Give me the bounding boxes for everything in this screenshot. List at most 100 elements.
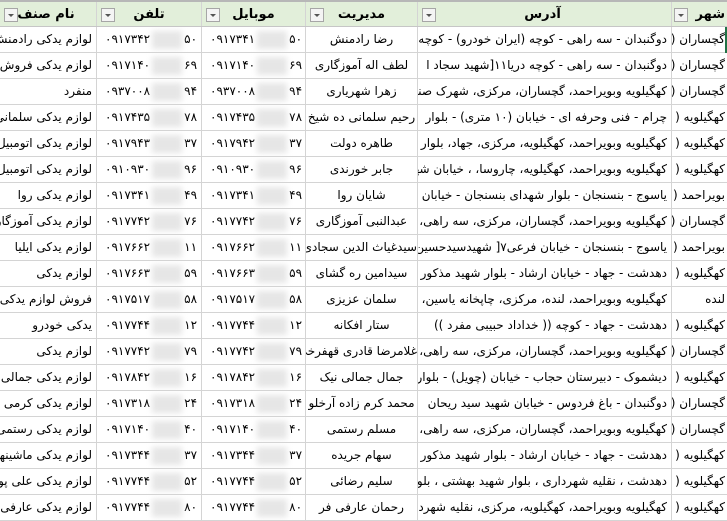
cell-address[interactable]: کهگیلویه وبویراحمد، گچساران، مرکزی، شهرک… [418, 79, 672, 104]
cell-manager[interactable]: لطف اله آموزگاری [306, 53, 418, 78]
filter-dropdown-icon[interactable] [674, 8, 688, 22]
cell-city[interactable]: گچساران ( [672, 53, 727, 78]
cell-guild[interactable]: لوازم یدکی عارفی [0, 495, 97, 520]
cell-manager[interactable]: رحیم سلمانی ده شیخ [306, 105, 418, 130]
cell-manager[interactable]: محمد کرم زاده آرخلو [306, 391, 418, 416]
cell-phone[interactable]: ۰۹۱۷۵۱۷ ۵۸ [97, 287, 202, 312]
cell-guild[interactable]: لوازم یدکی رستمی [0, 417, 97, 442]
filter-dropdown-icon[interactable] [4, 8, 18, 22]
cell-manager[interactable]: رحمان عارفی فر [306, 495, 418, 520]
cell-address[interactable]: چرام - فنی وحرفه ای - خیابان (۱۰ متری) -… [418, 105, 672, 130]
cell-mobile[interactable]: ۰۹۱۷۱۴۰ ۴۰ [202, 417, 306, 442]
cell-address[interactable]: کهگیلویه وبویراحمد، گچساران، مرکزی، سه ر… [418, 339, 672, 364]
cell-phone[interactable]: ۰۹۱۷۱۴۰ ۶۹ [97, 53, 202, 78]
cell-phone[interactable]: ۰۹۱۷۷۴۲ ۷۹ [97, 339, 202, 364]
cell-address[interactable]: دهدشت - جهاد - خیابان ارشاد - بلوار شهید… [418, 261, 672, 286]
cell-guild[interactable]: لوازم یدکی [0, 261, 97, 286]
cell-address[interactable]: کهگیلویه وبویراحمد، گچساران، مرکزی، سه ر… [418, 417, 672, 442]
cell-guild[interactable]: لوازم یدکی رادمنش [0, 27, 97, 52]
cell-city[interactable]: گچساران ( [672, 27, 727, 52]
cell-address[interactable]: دیشموک - دبیرستان حجاب - خیابان (چویل) -… [418, 365, 672, 390]
cell-mobile[interactable]: ۰۹۱۷۳۴۱ ۵۰ [202, 27, 306, 52]
cell-manager[interactable]: سهام جریده [306, 443, 418, 468]
cell-phone[interactable]: ۰۹۱۷۳۴۲ ۵۰ [97, 27, 202, 52]
cell-address[interactable]: یاسوج - بنسنجان - خیابان فرعی۷[ شهیدسیدح… [418, 235, 672, 260]
cell-phone[interactable]: ۰۹۱۷۷۴۴ ۱۲ [97, 313, 202, 338]
cell-address[interactable]: دهدشت ، نقلیه شهرداری ، بلوار شهید بهشتی… [418, 469, 672, 494]
cell-manager[interactable]: جابر خورندی [306, 157, 418, 182]
cell-phone[interactable]: ۰۹۱۷۷۴۴ ۵۲ [97, 469, 202, 494]
cell-phone[interactable]: ۰۹۳۷۰۰۸ ۹۴ [97, 79, 202, 104]
cell-guild[interactable]: یدکی خودرو [0, 313, 97, 338]
cell-address[interactable]: کهگیلویه وبویراحمد، کهگیلویه، مرکزی، جها… [418, 131, 672, 156]
cell-mobile[interactable]: ۰۹۱۷۳۴۱ ۴۹ [202, 183, 306, 208]
filter-dropdown-icon[interactable] [101, 8, 115, 22]
cell-address[interactable]: کهگیلویه وبویراحمد، لنده، مرکزی، چاپخانه… [418, 287, 672, 312]
cell-city[interactable]: گچساران ( [672, 339, 727, 364]
cell-address[interactable]: دهدشت - جهاد - خیابان ارشاد - بلوار شهید… [418, 443, 672, 468]
cell-city[interactable]: گچساران ( [672, 79, 727, 104]
cell-mobile[interactable]: ۰۹۳۷۰۰۸ ۹۴ [202, 79, 306, 104]
cell-address[interactable]: دوگنبدان - سه راهی - کوچه (ایران خودرو) … [418, 27, 672, 52]
cell-guild[interactable]: لوازم یدکی اتومبیل [0, 157, 97, 182]
cell-mobile[interactable]: ۰۹۱۷۷۴۲ ۷۹ [202, 339, 306, 364]
header-city[interactable]: شهر [672, 2, 727, 26]
cell-guild[interactable]: لوازم یدکی سلمانی [0, 105, 97, 130]
cell-phone[interactable]: ۰۹۱۷۳۱۸ ۲۴ [97, 391, 202, 416]
header-manager[interactable]: مدیریت [306, 2, 418, 26]
cell-address[interactable]: دوگنبدان - سه راهی - کوچه دریا۱۱[شهید سج… [418, 53, 672, 78]
cell-phone[interactable]: ۰۹۱۷۹۴۳ ۳۷ [97, 131, 202, 156]
cell-city[interactable]: لنده [672, 287, 727, 312]
cell-manager[interactable]: ستار افکانه [306, 313, 418, 338]
cell-mobile[interactable]: ۰۹۱۷۱۴۰ ۶۹ [202, 53, 306, 78]
cell-guild[interactable]: لوازم یدکی کرمی [0, 391, 97, 416]
cell-city[interactable]: گچساران ( [672, 417, 727, 442]
cell-manager[interactable]: رضا رادمنش [306, 27, 418, 52]
header-guild[interactable]: نام صنف [0, 2, 97, 26]
cell-city[interactable]: کهگیلویه ( [672, 495, 727, 520]
cell-mobile[interactable]: ۰۹۱۰۹۳۰ ۹۶ [202, 157, 306, 182]
cell-phone[interactable]: ۰۹۱۷۴۳۵ ۷۸ [97, 105, 202, 130]
cell-city[interactable]: کهگیلویه ( [672, 365, 727, 390]
cell-guild[interactable]: لوازم یدکی جمالی [0, 365, 97, 390]
cell-phone[interactable]: ۰۹۱۷۳۴۴ ۳۷ [97, 443, 202, 468]
cell-address[interactable]: دهدشت - جهاد - کوچه (( خداداد حبیبی مفرد… [418, 313, 672, 338]
cell-city[interactable]: کهگیلویه ( [672, 313, 727, 338]
cell-mobile[interactable]: ۰۹۱۷۶۶۲ ۱۱ [202, 235, 306, 260]
cell-city[interactable]: کهگیلویه ( [672, 261, 727, 286]
cell-address[interactable]: دوگنبدان - باغ فردوس - خیابان شهید سید ر… [418, 391, 672, 416]
cell-mobile[interactable]: ۰۹۱۷۷۴۴ ۸۰ [202, 495, 306, 520]
cell-city[interactable]: کهگیلویه ( [672, 105, 727, 130]
cell-address[interactable]: یاسوج - بنسنجان - بلوار شهدای بنسنجان - … [418, 183, 672, 208]
cell-phone[interactable]: ۰۹۱۷۷۴۲ ۷۶ [97, 209, 202, 234]
cell-mobile[interactable]: ۰۹۱۷۷۴۴ ۵۲ [202, 469, 306, 494]
cell-manager[interactable]: مسلم رستمی [306, 417, 418, 442]
cell-manager[interactable]: جمال جمالی نیک [306, 365, 418, 390]
cell-manager[interactable]: غلامرضا قادری قهفرخی [306, 339, 418, 364]
cell-address[interactable]: کهگیلویه وبویراحمد، گچساران، مرکزی، سه ر… [418, 209, 672, 234]
cell-mobile[interactable]: ۰۹۱۷۶۶۳ ۵۹ [202, 261, 306, 286]
filter-dropdown-icon[interactable] [310, 8, 324, 22]
cell-phone[interactable]: ۰۹۱۷۶۶۲ ۱۱ [97, 235, 202, 260]
cell-city[interactable]: بویراحمد ( [672, 183, 727, 208]
cell-phone[interactable]: ۰۹۱۷۷۴۴ ۸۰ [97, 495, 202, 520]
cell-guild[interactable]: لوازم یدکی اتومبیل [0, 131, 97, 156]
cell-manager[interactable]: زهرا شهریاری [306, 79, 418, 104]
cell-phone[interactable]: ۰۹۱۷۳۴۱ ۴۹ [97, 183, 202, 208]
cell-manager[interactable]: طاهره دولت [306, 131, 418, 156]
cell-city[interactable]: گچساران ( [672, 391, 727, 416]
header-address[interactable]: آدرس [418, 2, 672, 26]
filter-dropdown-icon[interactable] [422, 8, 436, 22]
cell-manager[interactable]: شایان روا [306, 183, 418, 208]
cell-guild[interactable]: لوازم یدکی ماشینها [0, 443, 97, 468]
cell-guild[interactable]: منفرد [0, 79, 97, 104]
cell-manager[interactable]: عبدالنبی آموزگاری [306, 209, 418, 234]
cell-guild[interactable]: لوازم یدکی روا [0, 183, 97, 208]
cell-city[interactable]: کهگیلویه ( [672, 131, 727, 156]
cell-mobile[interactable]: ۰۹۱۷۹۴۲ ۳۷ [202, 131, 306, 156]
cell-mobile[interactable]: ۰۹۱۷۸۴۲ ۱۶ [202, 365, 306, 390]
cell-guild[interactable]: لوازم یدکی ایلیا [0, 235, 97, 260]
cell-city[interactable]: کهگیلویه ( [672, 469, 727, 494]
cell-address[interactable]: کهگیلویه وبویراحمد، کهگیلویه، چاروسا، ، … [418, 157, 672, 182]
cell-city[interactable]: کهگیلویه ( [672, 157, 727, 182]
